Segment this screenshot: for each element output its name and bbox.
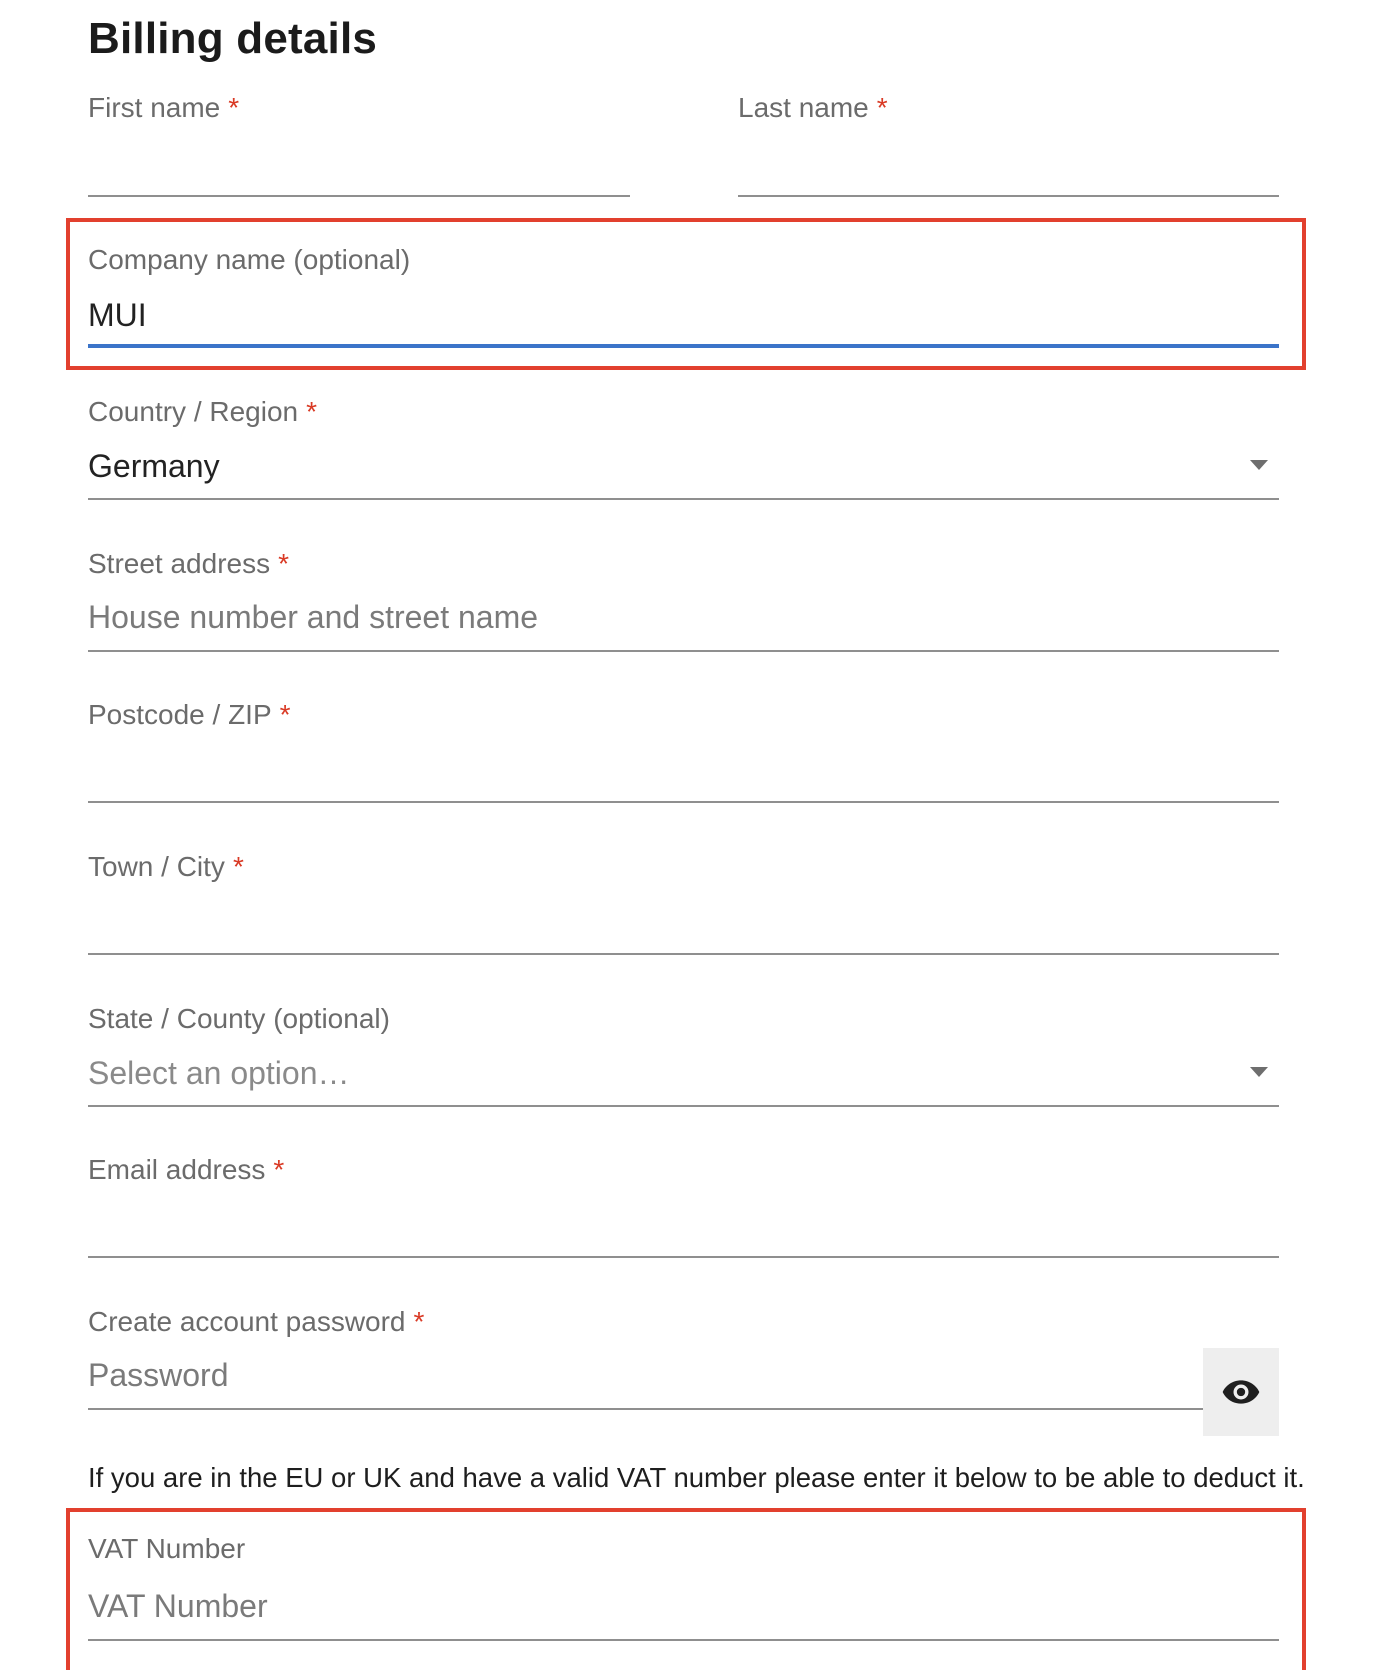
- town-city-label: Town / City *: [88, 851, 244, 883]
- password-label-text: Create account password: [88, 1306, 406, 1337]
- town-city-field: Town / City *: [88, 851, 1279, 957]
- first-name-label-text: First name: [88, 92, 221, 123]
- last-name-field: Last name *: [738, 92, 1279, 202]
- required-asterisk: *: [273, 1154, 285, 1185]
- eye-icon: [1222, 1380, 1260, 1404]
- state-county-label: State / County (optional): [88, 1003, 390, 1034]
- first-name-label: First name *: [88, 92, 239, 124]
- email-address-underline: [88, 1256, 1279, 1258]
- last-name-underline: [738, 195, 1279, 197]
- country-region-label: Country / Region *: [88, 396, 317, 428]
- required-asterisk: *: [876, 92, 888, 123]
- page-title: Billing details: [88, 14, 378, 63]
- first-name-field: First name *: [88, 92, 630, 202]
- state-county-select[interactable]: Select an option…: [88, 1055, 1279, 1092]
- country-region-select[interactable]: Germany: [88, 448, 1279, 485]
- country-region-label-text: Country / Region: [88, 396, 299, 427]
- postcode-zip-label: Postcode / ZIP *: [88, 699, 291, 731]
- street-address-label: Street address *: [88, 548, 289, 580]
- vat-info-text: If you are in the EU or UK and have a va…: [88, 1462, 1305, 1493]
- vat-number-field: VAT Number: [88, 1533, 1279, 1645]
- password-label: Create account password *: [88, 1306, 424, 1338]
- first-name-underline: [88, 195, 630, 197]
- chevron-down-icon[interactable]: [1250, 1067, 1268, 1077]
- company-name-focus-underline: [88, 344, 1279, 348]
- town-city-input[interactable]: [88, 899, 1279, 941]
- company-name-field: Company name (optional): [88, 244, 1279, 352]
- password-underline: [88, 1408, 1203, 1410]
- company-name-input[interactable]: [88, 294, 1279, 336]
- street-address-field: Street address *: [88, 548, 1279, 654]
- first-name-input[interactable]: [88, 140, 630, 182]
- vat-number-label: VAT Number: [88, 1533, 246, 1564]
- last-name-input[interactable]: [738, 140, 1279, 182]
- required-asterisk: *: [232, 851, 244, 882]
- state-county-underline: [88, 1105, 1279, 1107]
- last-name-label-text: Last name: [738, 92, 869, 123]
- required-asterisk: *: [413, 1306, 425, 1337]
- email-address-field: Email address *: [88, 1154, 1279, 1260]
- vat-number-underline: [88, 1639, 1279, 1641]
- required-asterisk: *: [306, 396, 318, 427]
- postcode-zip-label-text: Postcode / ZIP: [88, 699, 272, 730]
- street-address-underline: [88, 650, 1279, 652]
- required-asterisk: *: [228, 92, 240, 123]
- street-address-input[interactable]: [88, 596, 1279, 638]
- email-address-input[interactable]: [88, 1202, 1279, 1244]
- chevron-down-icon[interactable]: [1250, 460, 1268, 470]
- required-asterisk: *: [279, 699, 291, 730]
- show-password-button[interactable]: [1203, 1348, 1279, 1436]
- postcode-zip-underline: [88, 801, 1279, 803]
- town-city-underline: [88, 953, 1279, 955]
- password-field: Create account password *: [88, 1306, 1203, 1412]
- email-address-label: Email address *: [88, 1154, 284, 1186]
- state-county-field: State / County (optional) Select an opti…: [88, 1003, 1279, 1109]
- postcode-zip-field: Postcode / ZIP *: [88, 699, 1279, 805]
- street-address-label-text: Street address: [88, 548, 271, 579]
- password-input[interactable]: [88, 1354, 1203, 1396]
- required-asterisk: *: [278, 548, 290, 579]
- country-region-field: Country / Region * Germany: [88, 396, 1279, 502]
- last-name-label: Last name *: [738, 92, 888, 124]
- postcode-zip-input[interactable]: [88, 747, 1279, 789]
- town-city-label-text: Town / City: [88, 851, 225, 882]
- vat-number-input[interactable]: [88, 1585, 1279, 1627]
- country-region-underline: [88, 498, 1279, 500]
- email-address-label-text: Email address: [88, 1154, 266, 1185]
- company-name-label: Company name (optional): [88, 244, 411, 275]
